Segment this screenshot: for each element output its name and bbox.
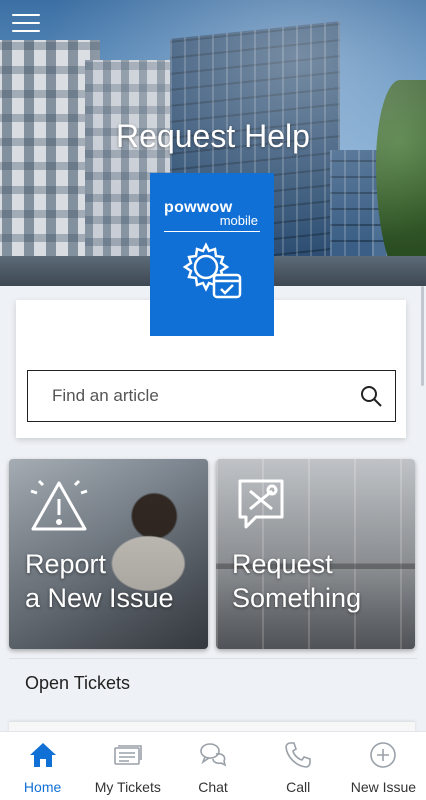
tab-label: Call xyxy=(286,779,311,795)
warning-icon xyxy=(30,479,88,531)
powwow-mobile-logo: powwow mobile xyxy=(150,173,274,336)
tab-chat[interactable]: Chat xyxy=(170,732,255,800)
chat-icon xyxy=(200,743,227,767)
tab-label: New Issue xyxy=(350,779,417,795)
divider xyxy=(9,658,417,659)
tab-home[interactable]: Home xyxy=(0,732,85,800)
plus-circle-icon xyxy=(370,742,397,768)
gear-check-icon xyxy=(182,242,242,299)
scrollbar[interactable] xyxy=(421,286,424,386)
request-something-tile[interactable]: Request Something xyxy=(216,459,415,649)
tab-label: Home xyxy=(23,779,62,795)
tools-icon xyxy=(238,479,284,529)
tab-new-issue[interactable]: New Issue xyxy=(341,732,426,800)
search-input[interactable] xyxy=(52,381,342,411)
tab-label: My Tickets xyxy=(94,779,161,795)
tab-my-tickets[interactable]: My Tickets xyxy=(85,732,170,800)
logo-sub: mobile xyxy=(219,213,258,228)
report-issue-label: Report a New Issue xyxy=(25,549,174,613)
search-field[interactable] xyxy=(27,370,396,422)
home-icon xyxy=(29,743,56,767)
phone-icon xyxy=(285,742,312,768)
tab-label: Chat xyxy=(198,779,228,795)
request-something-label: Request Something xyxy=(232,549,362,613)
bottom-tab-bar: Home My Tickets Chat Call New Issue xyxy=(0,731,426,800)
page-title: Request Help xyxy=(116,118,310,154)
tickets-icon xyxy=(113,745,142,765)
search-icon[interactable] xyxy=(359,384,383,408)
report-issue-tile[interactable]: Report a New Issue xyxy=(9,459,208,649)
hamburger-menu-icon[interactable] xyxy=(12,14,40,34)
open-tickets-heading: Open Tickets xyxy=(25,673,131,693)
tab-call[interactable]: Call xyxy=(256,732,341,800)
